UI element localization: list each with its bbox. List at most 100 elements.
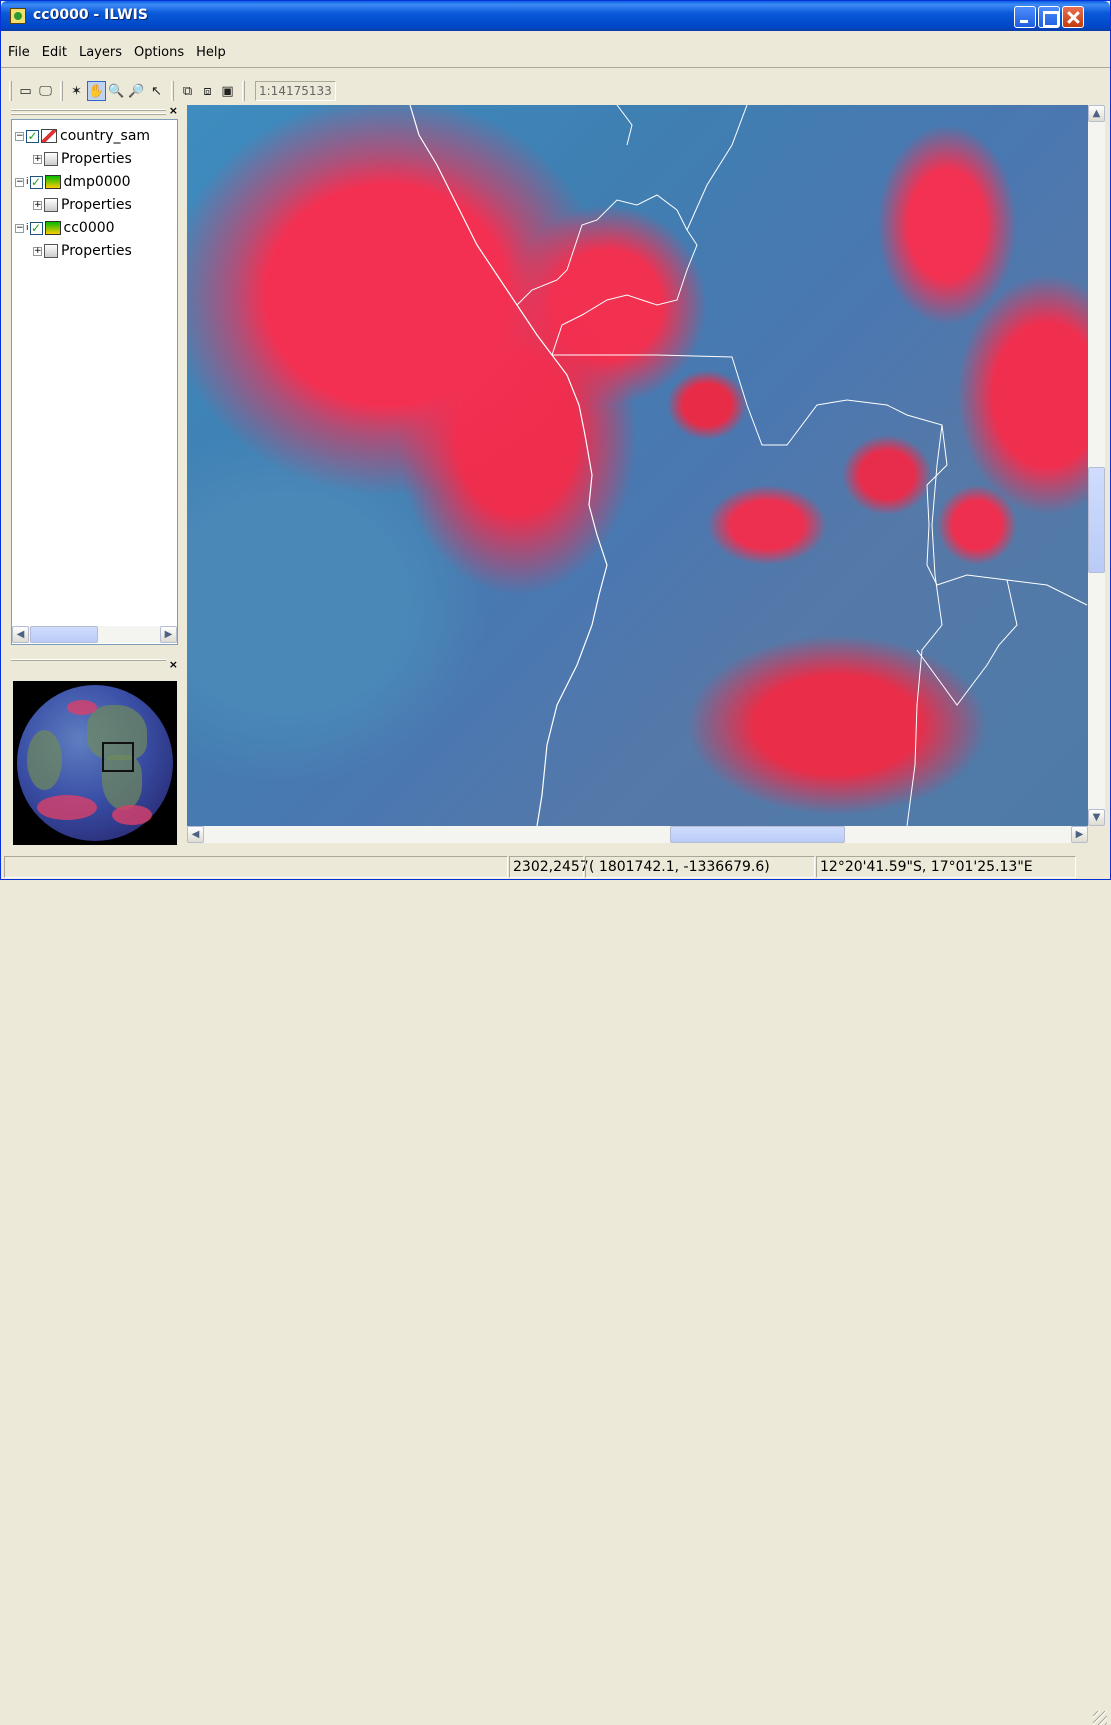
menu-file[interactable]: File	[2, 43, 36, 63]
toolbar-separator	[171, 81, 174, 101]
properties-label: Properties	[61, 243, 132, 259]
status-xy-coordinates: ( 1801742.1, -1336679.6)	[585, 856, 815, 878]
tree-item-dmp0000[interactable]: − i ✓ dmp0000	[15, 172, 131, 192]
coastline	[409, 105, 608, 826]
panel-grip	[11, 113, 166, 115]
remove-layer-button[interactable]: ⧈	[198, 81, 217, 101]
measure-button[interactable]: ✶	[67, 81, 86, 101]
collapse-icon[interactable]: −	[15, 177, 24, 187]
properties-label: Properties	[61, 151, 132, 167]
toolbar-separator	[60, 81, 63, 101]
close-icon[interactable]: ×	[169, 104, 178, 117]
raster-map-icon	[44, 175, 61, 189]
panel-grip	[11, 659, 166, 661]
scroll-left-icon[interactable]: ◀	[12, 626, 29, 643]
resize-grip-icon[interactable]	[1093, 1711, 1107, 1725]
tree-item-country-sam[interactable]: − ✓ country_sam	[15, 126, 150, 146]
layer-name: dmp0000	[63, 174, 131, 190]
scroll-right-icon[interactable]: ▶	[160, 626, 177, 643]
expand-icon[interactable]: +	[33, 200, 42, 210]
add-layer-icon: ⧉	[182, 83, 193, 99]
boundary-line	[916, 579, 1018, 706]
layer-name: cc0000	[63, 220, 115, 236]
scroll-left-icon[interactable]: ◀	[187, 826, 204, 843]
layer-checkbox[interactable]: ✓	[29, 175, 43, 189]
boundary-line	[516, 194, 698, 356]
scroll-right-icon[interactable]: ▶	[1071, 826, 1088, 843]
map-view[interactable]	[187, 105, 1088, 826]
status-row-col: 2302,2457	[509, 856, 589, 878]
zoom-out-button[interactable]: 🔎	[127, 81, 146, 101]
save-button[interactable]: ▣	[218, 81, 237, 101]
entire-map-button[interactable]: ▭	[16, 81, 35, 101]
pan-button[interactable]: ✋	[87, 81, 106, 101]
entire-map-icon: ▭	[19, 83, 32, 99]
menu-help[interactable]: Help	[190, 43, 232, 63]
globe-overview	[17, 685, 173, 841]
map-horizontal-scrollbar[interactable]: ◀ ▶	[187, 826, 1088, 843]
america-land	[27, 730, 62, 790]
expand-icon[interactable]: +	[33, 246, 42, 256]
save-icon: ▣	[221, 83, 234, 99]
collapse-icon[interactable]: −	[15, 131, 24, 141]
expand-icon[interactable]: +	[33, 154, 42, 164]
measure-icon: ✶	[71, 83, 82, 99]
info-icon: i	[26, 223, 29, 233]
zoom-out-icon: 🔎	[128, 83, 145, 99]
tree-horizontal-scrollbar[interactable]: ◀ ▶	[12, 626, 177, 643]
close-button[interactable]	[1062, 6, 1084, 28]
properties-icon	[44, 244, 58, 258]
tree-item-properties[interactable]: + Properties	[33, 149, 132, 169]
scroll-thumb[interactable]	[670, 826, 845, 843]
layer-tree: − ✓ country_sam + Properties − i ✓ dmp00…	[11, 119, 178, 645]
title-bar[interactable]: cc0000 - ILWIS	[1, 1, 1110, 31]
menu-bar: File Edit Layers Options Help	[2, 43, 232, 63]
overview-viewport-rectangle[interactable]	[102, 742, 134, 772]
add-layer-button[interactable]: ⧉	[178, 81, 197, 101]
overview-header[interactable]: ×	[11, 656, 178, 671]
menu-edit[interactable]: Edit	[36, 43, 73, 63]
pan-icon: ✋	[88, 83, 105, 99]
layer-checkbox[interactable]: ✓	[29, 221, 43, 235]
cloud-patch	[37, 795, 97, 820]
info-icon: i	[26, 177, 29, 187]
scroll-down-icon[interactable]: ▼	[1088, 809, 1105, 826]
maximize-button[interactable]	[1038, 6, 1060, 28]
boundary-line	[616, 105, 633, 146]
status-bar: 2302,2457 ( 1801742.1, -1336679.6) 12°20…	[1, 849, 1110, 1725]
menu-separator	[1, 67, 1110, 68]
toolbar-grip[interactable]	[9, 81, 12, 101]
status-lat-lon: 12°20'41.59"S, 17°01'25.13"E	[816, 856, 1076, 878]
overview-window[interactable]	[13, 681, 177, 845]
scroll-up-icon[interactable]: ▲	[1088, 105, 1105, 122]
tree-item-cc0000[interactable]: − i ✓ cc0000	[15, 218, 115, 238]
layer-name: country_sam	[60, 128, 151, 144]
country-boundaries	[409, 105, 1088, 826]
tree-item-properties[interactable]: + Properties	[33, 195, 132, 215]
scroll-thumb[interactable]	[30, 626, 98, 643]
layer-checkbox[interactable]: ✓	[26, 129, 39, 143]
normal-button[interactable]: 🖵	[36, 81, 55, 101]
map-vertical-scrollbar[interactable]: ▲ ▼	[1088, 105, 1105, 826]
minimize-button[interactable]	[1014, 6, 1036, 28]
scroll-thumb[interactable]	[1088, 467, 1105, 573]
toolbar: ▭ 🖵 ✶ ✋ 🔍 🔎 ↖ ⧉ ⧈ ▣ 1:14175133	[5, 79, 336, 103]
layer-tree-header[interactable]: ×	[11, 104, 178, 118]
menu-options[interactable]: Options	[128, 43, 190, 63]
scale-field[interactable]: 1:14175133	[255, 81, 336, 101]
window-title: cc0000 - ILWIS	[33, 7, 148, 23]
collapse-icon[interactable]: −	[15, 223, 24, 233]
close-icon[interactable]: ×	[169, 658, 178, 671]
remove-layer-icon: ⧈	[203, 83, 212, 99]
tree-item-properties[interactable]: + Properties	[33, 241, 132, 261]
properties-label: Properties	[61, 197, 132, 213]
boundary-line	[686, 105, 748, 231]
panel-grip	[11, 109, 166, 111]
select-button[interactable]: ↖	[147, 81, 166, 101]
scrollbar-corner	[1088, 826, 1105, 843]
properties-icon	[44, 152, 58, 166]
menu-layers[interactable]: Layers	[73, 43, 128, 63]
cloud-patch	[67, 700, 97, 715]
select-icon: ↖	[151, 83, 162, 99]
zoom-in-button[interactable]: 🔍	[107, 81, 126, 101]
